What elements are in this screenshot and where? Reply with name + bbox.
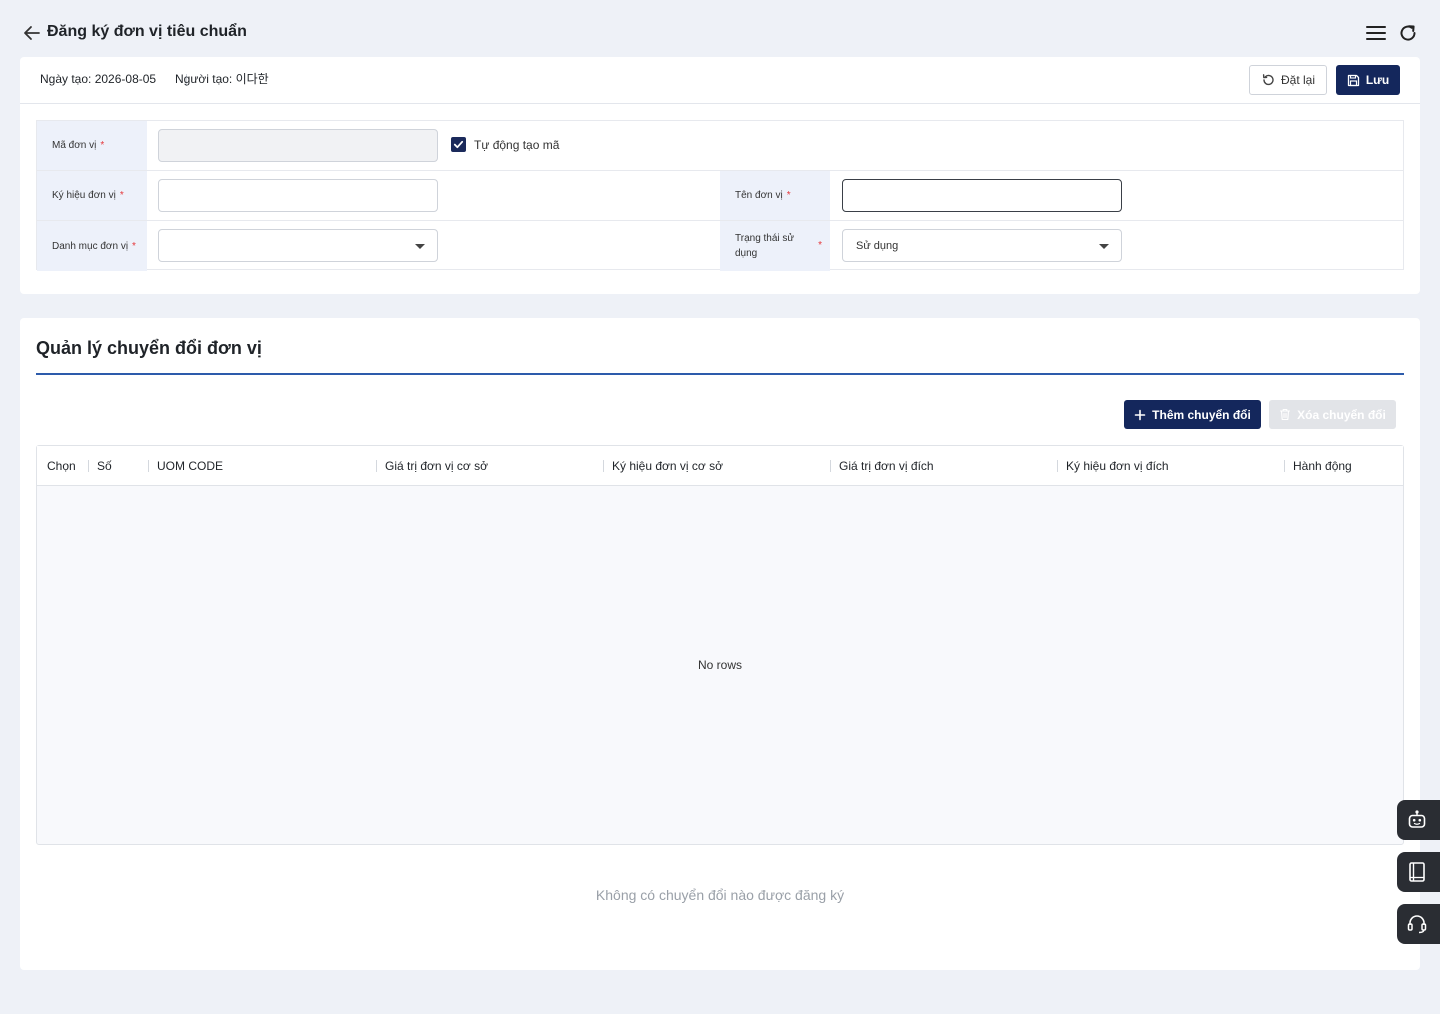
refresh-icon[interactable] <box>1398 22 1418 44</box>
add-conversion-label: Thêm chuyển đổi <box>1152 407 1251 422</box>
top-bar: Đăng ký đơn vị tiêu chuẩn <box>0 0 1440 58</box>
chevron-down-icon <box>415 244 425 249</box>
column-separator[interactable] <box>1057 460 1058 472</box>
column-header-uom-code[interactable]: UOM CODE <box>157 446 223 486</box>
category-label-text: Danh mục đơn vị <box>52 240 129 252</box>
column-separator[interactable] <box>1284 460 1285 472</box>
column-header-base-symbol[interactable]: Ký hiệu đơn vị cơ sở <box>612 446 723 486</box>
save-button[interactable]: Lưu <box>1336 65 1400 95</box>
delete-conversion-label: Xóa chuyển đổi <box>1297 407 1386 422</box>
column-header-action[interactable]: Hành động <box>1293 446 1352 486</box>
page-title: Đăng ký đơn vị tiêu chuẩn <box>47 23 247 40</box>
name-label: Tên đơn vị * <box>720 171 830 220</box>
unit-name-input[interactable] <box>842 179 1122 212</box>
status-label-text: Trạng thái sử dụng <box>735 233 795 259</box>
column-separator[interactable] <box>830 460 831 472</box>
unit-category-select[interactable] <box>158 229 438 262</box>
table-header: Chọn Số UOM CODE Giá trị đơn vị cơ sở Ký… <box>37 446 1403 486</box>
form-row-symbol-name: Ký hiệu đơn vị * Tên đơn vị * <box>37 171 1403 221</box>
column-header-target-value[interactable]: Giá trị đơn vị đích <box>839 446 934 486</box>
chatbot-icon <box>1408 810 1426 828</box>
unit-form-card: Ngày tạo: 2026-08-05 Người tạo: 이다한 Đặt … <box>20 57 1420 294</box>
column-separator[interactable] <box>148 460 149 472</box>
reset-button[interactable]: Đặt lại <box>1249 65 1327 95</box>
empty-conversion-note: Không có chuyển đổi nào được đăng ký <box>595 887 845 903</box>
column-header-select[interactable]: Chọn <box>47 446 76 486</box>
reset-button-label: Đặt lại <box>1280 73 1315 87</box>
name-label-text: Tên đơn vị <box>735 190 783 201</box>
required-mark: * <box>119 190 124 201</box>
meta-row: Ngày tạo: 2026-08-05 Người tạo: 이다한 Đặt … <box>20 57 1420 104</box>
unit-symbol-input[interactable] <box>158 179 438 212</box>
conversion-card: Quản lý chuyển đổi đơn vị Thêm chuyển đổ… <box>20 318 1420 970</box>
save-button-label: Lưu <box>1365 73 1390 87</box>
required-mark: * <box>100 140 105 151</box>
column-header-base-value[interactable]: Giá trị đơn vị cơ sở <box>385 446 488 486</box>
auto-code-label: Tự động tạo mã <box>474 137 560 152</box>
status-label: Trạng thái sử dụng * <box>720 221 830 271</box>
creator: Người tạo: 이다한 <box>175 72 269 86</box>
status-selected-value: Sử dụng <box>856 239 899 252</box>
form-row-code: Mã đơn vị * Tự động tạo mã <box>37 121 1403 171</box>
usage-status-select[interactable]: Sử dụng <box>842 229 1122 262</box>
required-mark: * <box>786 190 791 201</box>
trash-icon <box>1280 408 1291 421</box>
section-underline <box>36 373 1404 375</box>
column-header-target-symbol[interactable]: Ký hiệu đơn vị đích <box>1066 446 1169 486</box>
unit-form-grid: Mã đơn vị * Tự động tạo mã Ký hiệu đơn vị… <box>36 120 1404 271</box>
manual-book-icon <box>1409 862 1425 882</box>
column-header-number[interactable]: Số <box>97 446 112 486</box>
checkbox-checked-icon[interactable] <box>451 137 466 152</box>
undo-icon <box>1262 74 1274 86</box>
manual-button[interactable] <box>1397 852 1440 892</box>
section-title: Quản lý chuyển đổi đơn vị <box>36 338 262 358</box>
code-label-text: Mã đơn vị <box>52 140 97 151</box>
support-headset-icon <box>1407 915 1427 934</box>
code-label: Mã đơn vị * <box>37 121 147 170</box>
plus-icon <box>1134 409 1146 420</box>
form-row-category-status: Danh mục đơn vị * Trạng thái sử dụng * Sử … <box>37 221 1403 271</box>
created-date: Ngày tạo: 2026-08-05 <box>40 72 157 86</box>
no-rows-message: No rows <box>697 658 742 672</box>
support-button[interactable] <box>1397 904 1440 944</box>
save-disk-icon <box>1347 74 1359 86</box>
symbol-label-text: Ký hiệu đơn vị <box>52 190 116 201</box>
column-separator[interactable] <box>376 460 377 472</box>
back-arrow-icon[interactable] <box>22 23 42 43</box>
delete-conversion-button[interactable]: Xóa chuyển đổi <box>1269 400 1396 429</box>
hamburger-menu-icon[interactable] <box>1365 23 1387 43</box>
auto-code-checkbox[interactable]: Tự động tạo mã <box>451 137 559 152</box>
symbol-label: Ký hiệu đơn vị * <box>37 171 147 220</box>
add-conversion-button[interactable]: Thêm chuyển đổi <box>1124 400 1261 429</box>
conversion-table: Chọn Số UOM CODE Giá trị đơn vị cơ sở Ký… <box>36 445 1404 845</box>
column-separator[interactable] <box>603 460 604 472</box>
unit-code-input[interactable] <box>158 129 438 162</box>
chatbot-button[interactable] <box>1397 800 1440 840</box>
category-label: Danh mục đơn vị * <box>37 221 147 271</box>
required-mark: * <box>818 240 822 251</box>
column-separator[interactable] <box>88 460 89 472</box>
required-mark: * <box>132 240 136 252</box>
chevron-down-icon <box>1099 244 1109 249</box>
